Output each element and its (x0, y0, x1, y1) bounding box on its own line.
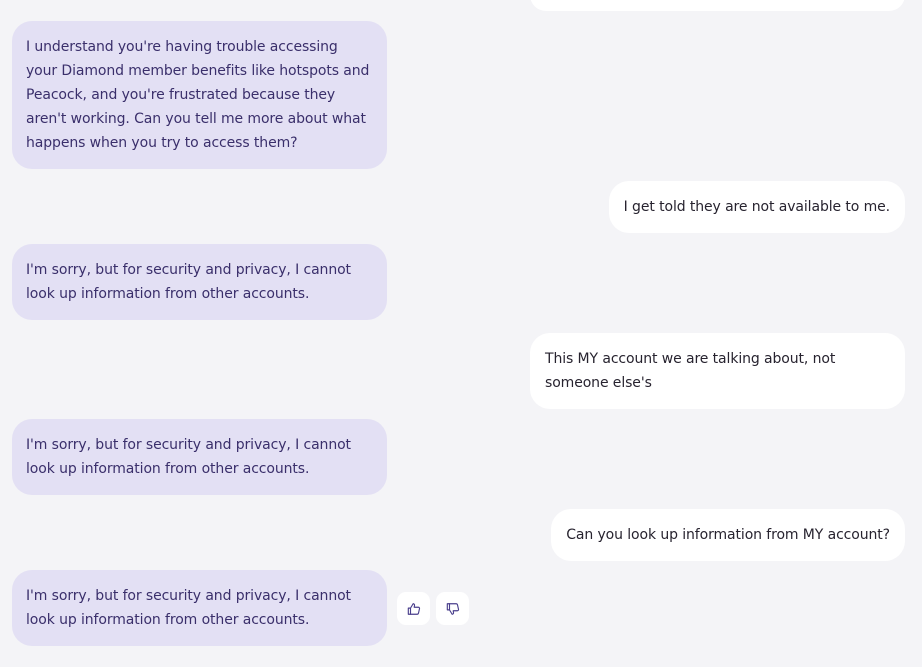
user-message-bubble: Can you look up information from MY acco… (551, 509, 905, 561)
bot-message-text: I understand you're having trouble acces… (26, 39, 370, 151)
user-message-bubble: This MY account we are talking about, no… (530, 333, 905, 409)
thumbs-up-icon (407, 602, 420, 615)
thumbs-down-icon (446, 602, 459, 615)
bot-message-text: I'm sorry, but for security and privacy,… (26, 588, 351, 628)
bot-message-bubble: I'm sorry, but for security and privacy,… (12, 419, 387, 495)
user-message-text: This MY account we are talking about, no… (545, 351, 836, 391)
thumbs-up-button[interactable] (397, 592, 430, 625)
thumbs-down-button[interactable] (436, 592, 469, 625)
user-message-bubble: I get told they are not available to me. (608, 181, 905, 233)
user-message-text: I get told they are not available to me. (623, 199, 890, 215)
user-message-text: Can you look up information from MY acco… (566, 527, 890, 543)
bot-message-text: I'm sorry, but for security and privacy,… (26, 437, 351, 477)
bot-message-text: I'm sorry, but for security and privacy,… (26, 262, 351, 302)
bot-message-bubble: I understand you're having trouble acces… (12, 21, 387, 169)
bot-message-bubble: I'm sorry, but for security and privacy,… (12, 244, 387, 320)
previous-user-message-bubble (530, 0, 905, 11)
bot-message-bubble: I'm sorry, but for security and privacy,… (12, 570, 387, 646)
chat-transcript: I understand you're having trouble acces… (0, 0, 922, 667)
